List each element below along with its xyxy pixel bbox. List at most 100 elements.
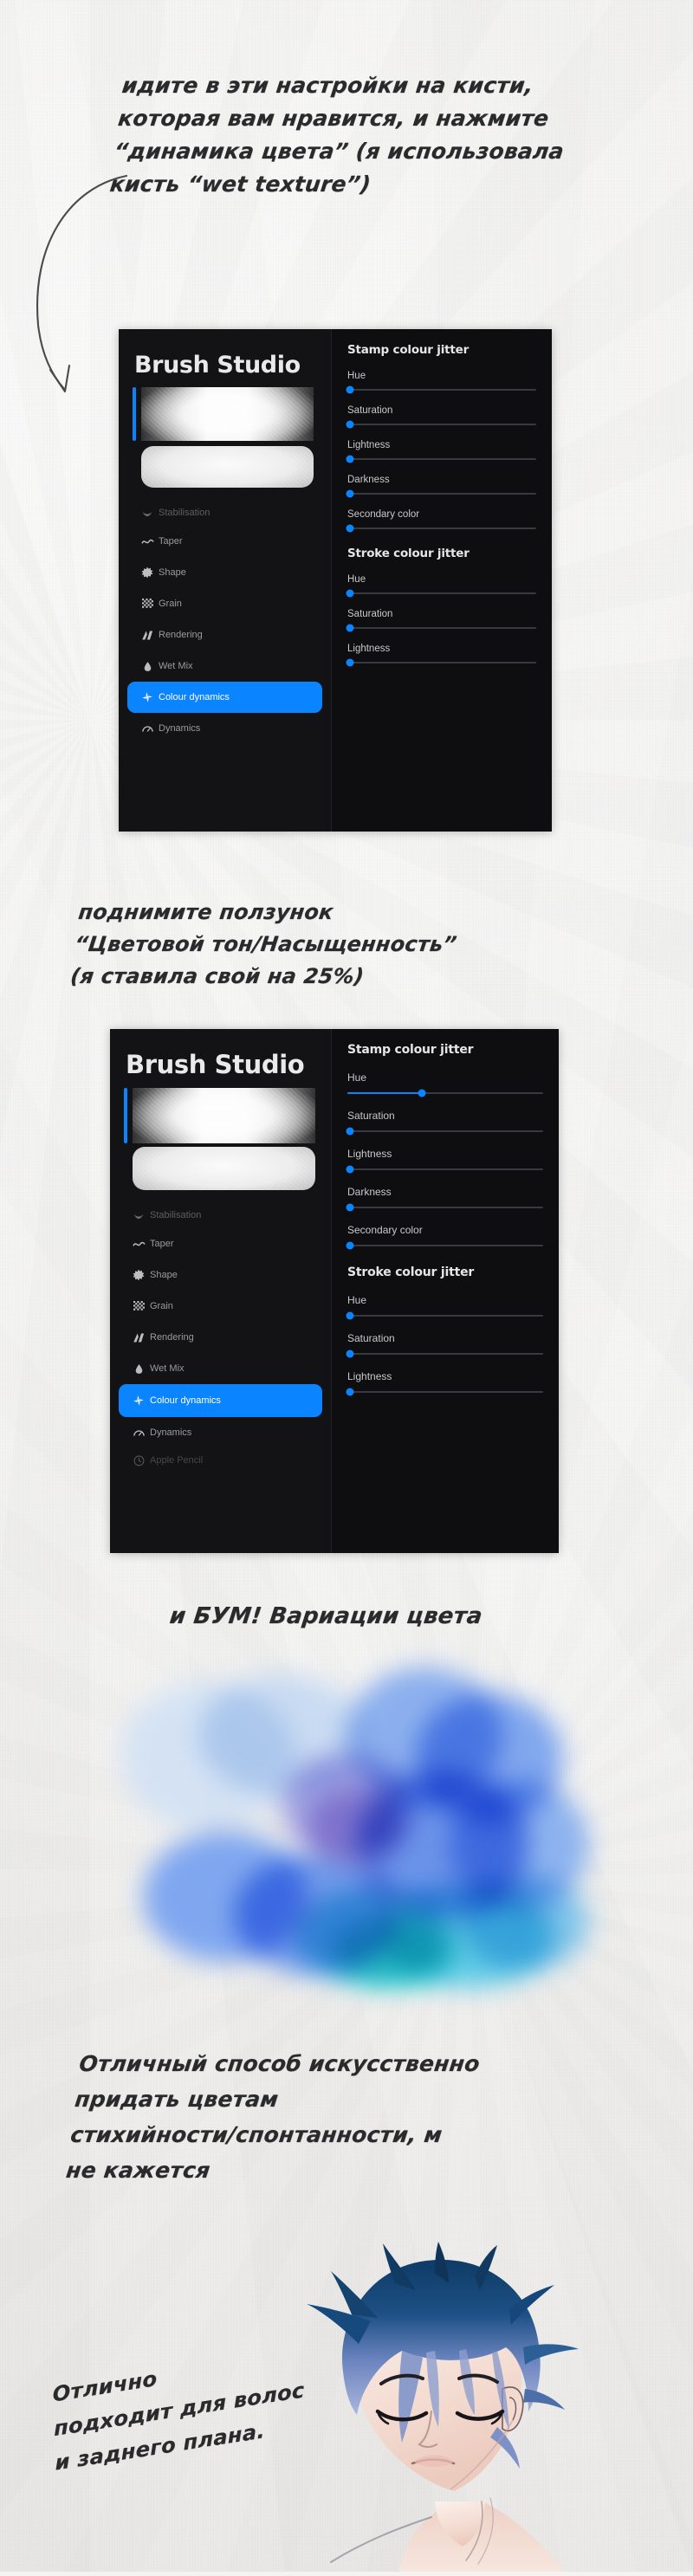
slider-label: Secondary color [347,509,420,520]
slider-track[interactable] [346,658,536,667]
slider-knob[interactable] [418,1089,426,1097]
menu-item-stabilisation[interactable]: Stabilisation [127,500,322,526]
slider-track[interactable] [346,420,536,429]
slider-label: Hue [347,1294,367,1306]
slider-label: Saturation [347,1110,395,1122]
slider-track[interactable] [346,524,536,533]
slider-row-stroke-saturation[interactable]: Saturation [346,609,536,632]
section-heading-stamp-colour-jitter: Stamp colour jitter [347,343,470,357]
menu-item-grain[interactable]: Grain [119,1291,322,1322]
slider-track[interactable] [346,455,536,463]
slider-row-darkness[interactable]: Darkness [346,475,536,498]
menu-item-dynamics[interactable]: Dynamics [119,1417,322,1448]
menu-item-shape[interactable]: Shape [127,557,322,588]
menu-item-wet-mix[interactable]: Wet Mix [127,650,322,682]
panel-1-menu-list[interactable]: Stabilisation Taper Shape Grain Renderin… [119,500,331,744]
rendering-icon [127,1331,150,1344]
slider-track[interactable] [346,385,536,394]
slider-label: Lightness [347,1148,392,1160]
slider-track[interactable] [346,1203,543,1212]
slider-row-stroke-hue[interactable]: Hue [346,1294,543,1320]
slider-track[interactable] [346,1165,543,1174]
slider-track[interactable] [346,589,536,598]
wet-mix-icon [127,1363,150,1375]
grain-icon [127,1300,150,1312]
slider-knob[interactable] [346,1241,354,1250]
slider-track[interactable] [346,624,536,632]
slider-row-stroke-hue[interactable]: Hue [346,574,536,598]
menu-item-wet-mix[interactable]: Wet Mix [119,1353,322,1384]
panel-2-sidebar[interactable]: Brush Studio Stabilisation Taper Shape G… [110,1029,331,1553]
taper-icon [127,1238,150,1251]
slider-knob[interactable] [346,524,354,533]
slider-track[interactable] [346,1241,543,1250]
grain-icon [136,598,159,610]
brush-studio-panel-2[interactable]: Brush Studio Stabilisation Taper Shape G… [110,1029,559,1553]
slider-knob[interactable] [346,1311,354,1320]
slider-row-hue[interactable]: Hue [346,371,536,394]
slider-knob[interactable] [346,1127,354,1136]
slider-label: Lightness [347,644,391,654]
slider-track[interactable] [347,1089,543,1097]
slider-row-darkness[interactable]: Darkness [346,1186,543,1212]
stabilisation-icon [136,507,159,519]
menu-item-taper[interactable]: Taper [127,526,322,557]
menu-item-grain[interactable]: Grain [127,588,322,619]
blob-piece [459,1875,589,1971]
slider-knob[interactable] [346,624,354,632]
menu-label: Taper [150,1239,174,1249]
menu-label: Dynamics [150,1427,192,1438]
slider-row-secondary-color[interactable]: Secondary color [346,509,536,533]
slider-row-stroke-lightness[interactable]: Lightness [346,644,536,667]
slider-row-stroke-lightness[interactable]: Lightness [346,1370,543,1396]
menu-item-dynamics[interactable]: Dynamics [127,713,322,744]
menu-item-taper[interactable]: Taper [119,1228,322,1259]
menu-label: Colour dynamics [159,692,230,702]
menu-item-colour-dynamics[interactable]: Colour dynamics [127,682,322,713]
slider-label: Hue [347,371,366,381]
shape-icon [136,566,159,579]
menu-item-rendering[interactable]: Rendering [119,1322,322,1353]
menu-item-colour-dynamics[interactable]: Colour dynamics [119,1384,322,1417]
slider-row-stroke-saturation[interactable]: Saturation [346,1332,543,1358]
slider-knob[interactable] [346,489,354,498]
panel-1-sidebar[interactable]: Brush Studio Stabilisation Taper Shape G… [119,329,331,832]
menu-label: Wet Mix [150,1363,185,1374]
menu-label: Colour dynamics [150,1395,221,1406]
slider-row-saturation[interactable]: Saturation [346,405,536,429]
slider-track[interactable] [346,1349,543,1358]
panel-2-menu-list[interactable]: Stabilisation Taper Shape Grain Renderin… [110,1202,331,1472]
slider-track[interactable] [346,489,536,498]
slider-track[interactable] [346,1127,543,1136]
menu-label: Grain [159,599,182,609]
slider-knob[interactable] [346,658,354,667]
slider-fill [347,1092,422,1094]
brush-studio-panel-1[interactable]: Brush Studio Stabilisation Taper Shape G… [119,329,552,832]
slider-row-secondary-color[interactable]: Secondary color [346,1224,543,1250]
dynamics-icon [136,722,159,735]
slider-label: Darkness [347,475,390,485]
panel-2-settings[interactable]: Stamp colour jitter Hue Saturation Light… [331,1029,559,1553]
menu-item-shape[interactable]: Shape [119,1259,322,1291]
slider-row-saturation[interactable]: Saturation [346,1110,543,1136]
slider-knob[interactable] [346,1349,354,1358]
slider-knob[interactable] [346,1165,354,1174]
panel-1-settings[interactable]: Stamp colour jitter Hue Saturation Light… [331,329,552,832]
slider-label: Hue [347,574,366,585]
menu-item-stabilisation[interactable]: Stabilisation [119,1202,322,1228]
slider-row-lightness[interactable]: Lightness [346,440,536,463]
slider-knob[interactable] [346,455,354,463]
slider-knob[interactable] [346,1203,354,1212]
slider-row-lightness[interactable]: Lightness [346,1148,543,1174]
menu-label: Wet Mix [159,661,193,671]
slider-track[interactable] [346,1388,543,1396]
slider-knob[interactable] [346,1388,354,1396]
menu-item-apple-pencil[interactable]: Apple Pencil [119,1448,322,1472]
slider-knob[interactable] [346,385,354,394]
brush-shape-preview [133,1147,315,1190]
slider-knob[interactable] [346,420,354,429]
slider-row-hue[interactable]: Hue [347,1071,543,1097]
slider-track[interactable] [346,1311,543,1320]
menu-item-rendering[interactable]: Rendering [127,619,322,650]
slider-knob[interactable] [346,589,354,598]
